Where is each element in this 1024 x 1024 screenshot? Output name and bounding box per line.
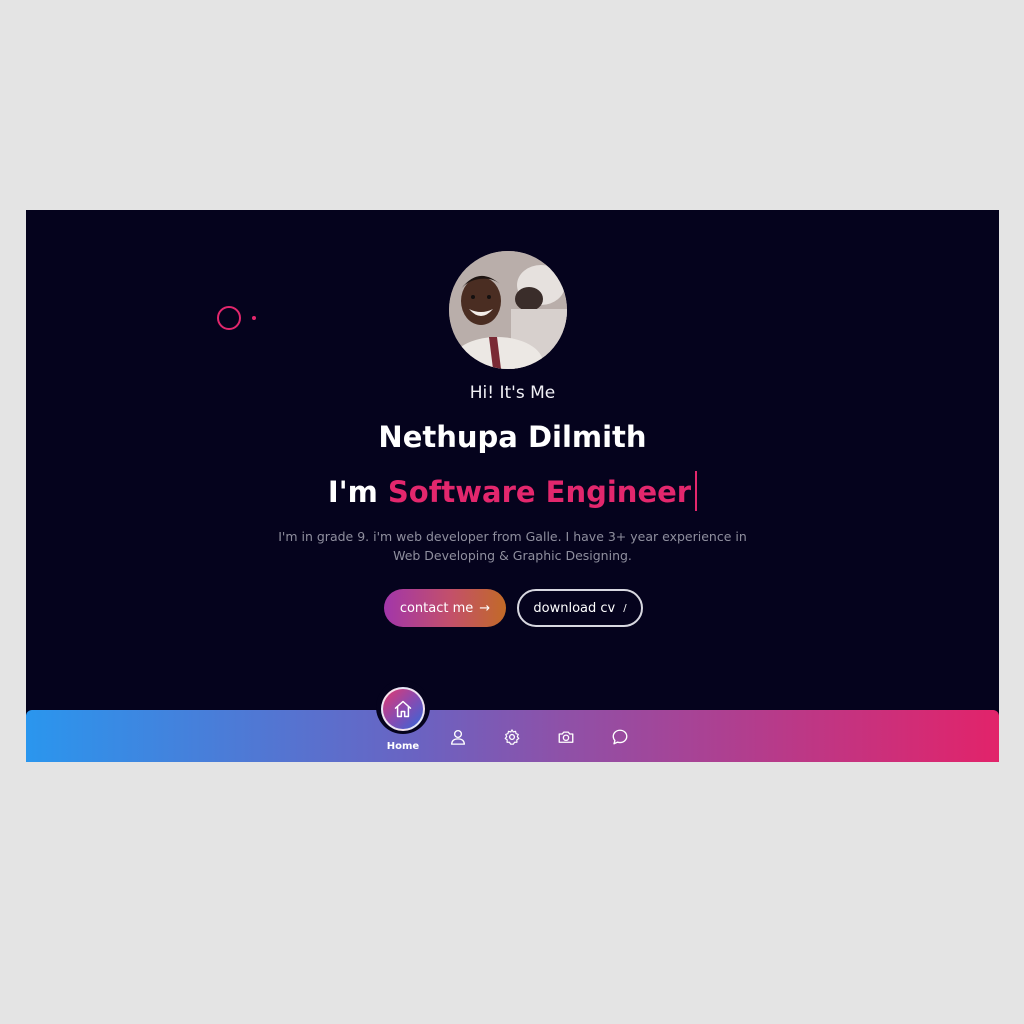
decorative-ring: [217, 306, 241, 330]
download-cv-button[interactable]: download cv /: [517, 589, 643, 627]
download-icon: /: [623, 602, 627, 614]
nav-camera-button[interactable]: [555, 726, 577, 748]
nav-home-button[interactable]: [381, 687, 425, 731]
camera-icon: [558, 731, 574, 743]
contact-me-label: contact me: [399, 600, 474, 616]
home-icon: [394, 700, 412, 718]
bio-line-1: I'm in grade 9. i'm web developer from G…: [278, 529, 747, 544]
role-prefix: I'm: [327, 475, 378, 509]
bio-line-2: Web Developing & Graphic Designing.: [393, 547, 632, 563]
nav-chat-button[interactable]: [609, 726, 631, 748]
bio-paragraph: I'm in grade 9. i'm web developer from G…: [276, 528, 749, 565]
gear-icon: [504, 729, 520, 745]
chat-icon: [612, 729, 628, 745]
profile-photo-image: [449, 251, 567, 369]
decorative-dot: [252, 316, 256, 320]
profile-photo: [449, 251, 567, 369]
nav-settings-button[interactable]: [501, 726, 523, 748]
typing-caret: [695, 471, 698, 511]
role-headline: I'm Software Engineer: [26, 471, 999, 514]
role-text: Software Engineer: [387, 475, 692, 509]
greeting-text: Hi! It's Me: [469, 383, 556, 403]
user-icon: [450, 729, 466, 745]
nav-home-label: Home: [386, 741, 420, 752]
nav-user-button[interactable]: [447, 726, 469, 748]
contact-me-button[interactable]: contact me →: [384, 589, 506, 627]
arrow-right-icon: →: [479, 600, 491, 616]
page-title: Nethupa Dilmith: [378, 420, 647, 454]
download-cv-label: download cv: [533, 600, 616, 616]
portfolio-page: Hi! It's Me Nethupa Dilmith I'm Software…: [26, 210, 999, 762]
